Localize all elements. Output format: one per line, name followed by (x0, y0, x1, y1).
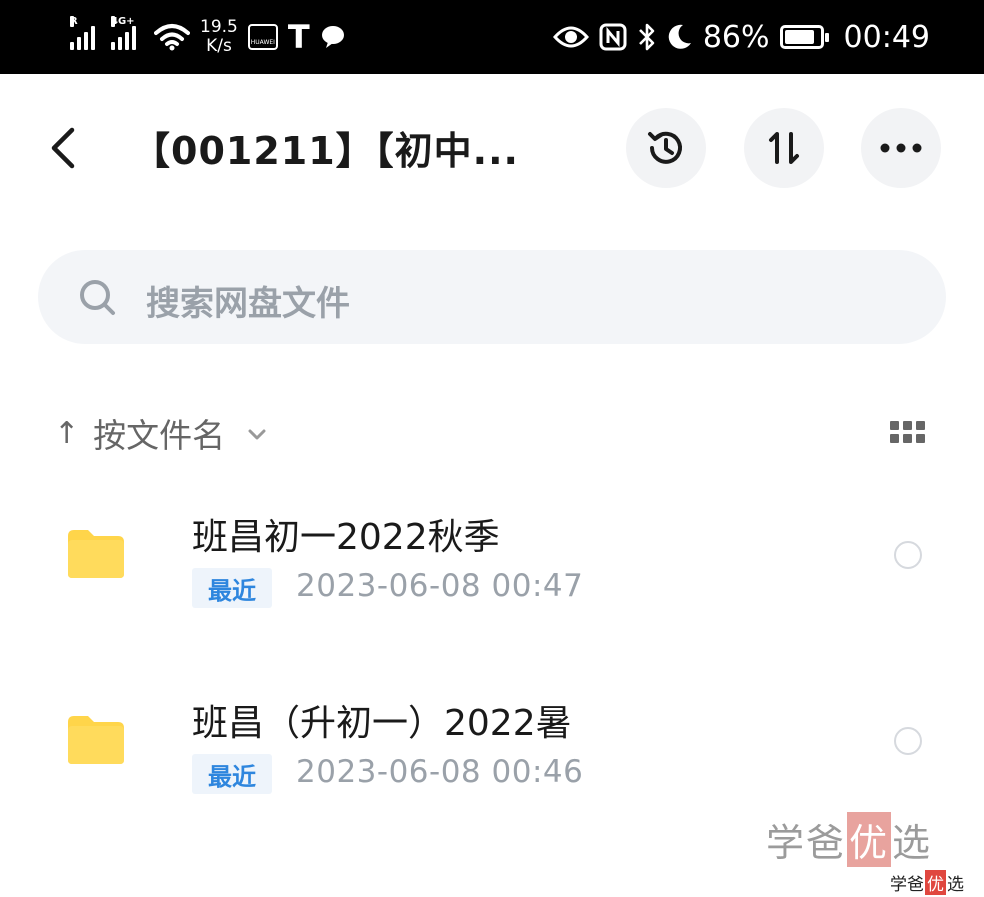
recent-badge: 最近 (192, 568, 272, 608)
bluetooth-icon (638, 23, 655, 51)
history-icon (648, 131, 682, 164)
signal-tag-4g: 4G+ (111, 16, 135, 27)
page-title: 【001211】【初中... (132, 129, 519, 173)
more-dots-icon (880, 143, 922, 153)
cell-signal-icon-2: 4G+ (111, 16, 136, 50)
file-date: 2023-06-08 00:47 (296, 568, 584, 604)
select-radio[interactable] (894, 727, 922, 755)
list-item[interactable]: 班昌初一2022秋季 最近 2023-06-08 00:47 (0, 490, 984, 630)
network-speed: 19.5 K/s (200, 18, 238, 56)
sort-button[interactable] (744, 108, 824, 188)
sort-label: 按文件名 (93, 416, 226, 455)
search-input[interactable]: 搜索网盘文件 (38, 250, 946, 344)
grid-view-icon (890, 421, 899, 430)
battery-percent: 86% (702, 19, 770, 55)
file-date: 2023-06-08 00:46 (296, 754, 584, 790)
moon-icon (668, 24, 691, 49)
list-item[interactable]: 班昌（升初一）2022暑 最近 2023-06-08 00:46 (0, 676, 984, 816)
sort-direction-arrow[interactable]: ↑ (54, 416, 79, 451)
grid-view-toggle[interactable] (890, 421, 926, 445)
history-button[interactable] (626, 108, 706, 188)
network-speed-unit: K/s (206, 36, 232, 56)
watermark-small-part3: 选 (947, 875, 964, 895)
status-bar-left: R 4G+ 19.5 K/s HUAWEI T (70, 14, 346, 60)
watermark-part1: 学爸 (766, 821, 847, 865)
search-placeholder: 搜索网盘文件 (146, 284, 350, 324)
signal-tag-r: R (70, 16, 78, 27)
select-radio[interactable] (894, 541, 922, 569)
file-name: 班昌（升初一）2022暑 (192, 703, 572, 744)
battery-icon (779, 25, 829, 49)
watermark-small: 学爸 优 选 (890, 870, 964, 895)
sort-selector[interactable]: ↑ 按文件名 (54, 408, 267, 458)
clock: 00:49 (843, 19, 930, 55)
status-bar: R 4G+ 19.5 K/s HUAWEI T 86% 00:49 (0, 0, 984, 74)
wifi-icon (154, 24, 190, 51)
watermark-small-part1: 学爸 (890, 875, 924, 895)
file-name: 班昌初一2022秋季 (192, 517, 500, 558)
nfc-icon (599, 23, 627, 51)
watermark-large: 学爸 优 选 (766, 812, 932, 867)
folder-icon (68, 716, 124, 764)
back-button[interactable] (40, 122, 88, 174)
network-speed-value: 19.5 (200, 17, 238, 37)
eye-icon (552, 26, 589, 48)
huawei-store-icon: HUAWEI (247, 24, 278, 50)
search-icon (80, 280, 115, 315)
recent-badge: 最近 (192, 754, 272, 794)
status-bar-right: 86% 00:49 (552, 14, 930, 60)
battery-level (784, 30, 814, 44)
watermark-small-part2: 优 (925, 870, 946, 895)
folder-icon (68, 530, 124, 578)
chevron-left-icon (51, 127, 75, 169)
chevron-down-icon (248, 429, 266, 440)
watermark-part2: 优 (847, 812, 892, 867)
cell-signal-icon-1: R (70, 16, 95, 50)
watermark-part3: 选 (892, 821, 933, 865)
more-options-button[interactable] (861, 108, 941, 188)
chat-bubble-icon (321, 26, 344, 48)
t-app-icon: T (287, 18, 310, 56)
sort-arrows-icon (769, 132, 799, 164)
huawei-store-label: HUAWEI (250, 39, 275, 46)
